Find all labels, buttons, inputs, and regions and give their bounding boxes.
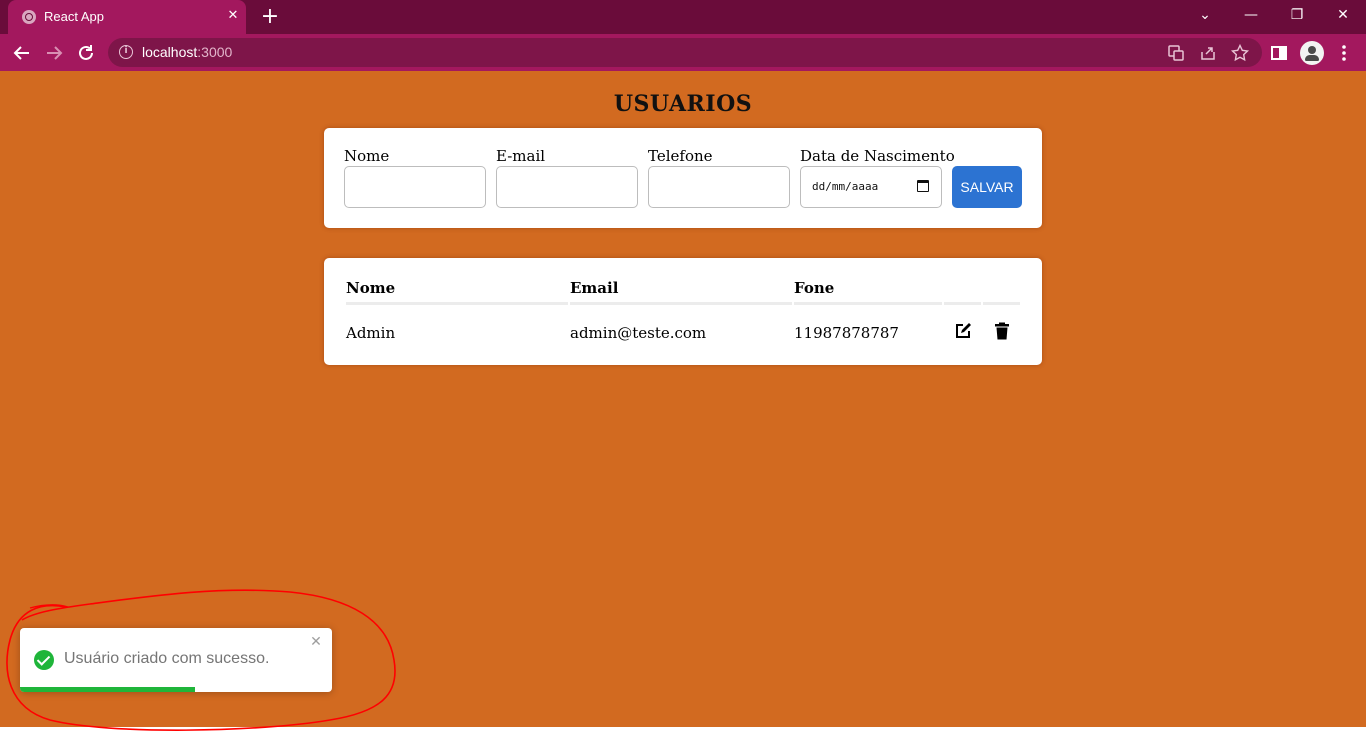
info-icon[interactable]: i: [119, 45, 133, 59]
header-divider: [983, 302, 1020, 305]
restore-button[interactable]: ❐: [1277, 0, 1317, 32]
user-form: Nome E-mail Telefone Data de Nascimento …: [324, 128, 1042, 228]
side-panel-icon[interactable]: [1266, 40, 1292, 66]
data-nascimento-label: Data de Nascimento: [800, 147, 955, 165]
minimize-button[interactable]: —: [1231, 0, 1271, 32]
check-circle-icon: [34, 650, 54, 670]
header-fone: Fone: [794, 279, 835, 297]
date-placeholder: dd/mm/aaaa: [812, 180, 879, 193]
translate-icon[interactable]: [1166, 43, 1186, 63]
forward-icon[interactable]: [41, 40, 67, 66]
edit-icon[interactable]: [954, 322, 972, 340]
header-divider: [794, 302, 942, 305]
back-icon[interactable]: [9, 40, 35, 66]
trash-icon[interactable]: [993, 322, 1011, 340]
save-button[interactable]: SALVAR: [952, 166, 1022, 208]
url-port: :3000: [197, 44, 233, 60]
reload-icon[interactable]: [73, 40, 99, 66]
success-toast: Usuário criado com sucesso. ✕: [20, 628, 332, 692]
header-divider: [570, 302, 792, 305]
browser-tab-strip: React App ✕ + ⌄ — ❐ ✕: [0, 0, 1366, 34]
nome-input[interactable]: [344, 166, 486, 208]
page-bottom-edge: [0, 727, 1366, 731]
globe-icon: [22, 10, 36, 24]
telefone-field: Telefone: [648, 146, 790, 208]
share-icon[interactable]: [1198, 43, 1218, 63]
star-icon[interactable]: [1230, 43, 1250, 63]
cell-fone: 11987878787: [794, 324, 899, 342]
tab-title: React App: [44, 9, 104, 24]
tab-search-icon[interactable]: ⌄: [1185, 0, 1225, 32]
header-divider: [944, 302, 981, 305]
cell-nome: Admin: [346, 324, 396, 342]
url-text: localhost:3000: [142, 44, 232, 60]
toast-close-icon[interactable]: ✕: [308, 634, 324, 650]
page-title: USUARIOS: [613, 91, 753, 117]
browser-tab[interactable]: React App ✕: [8, 0, 246, 34]
telefone-input[interactable]: [648, 166, 790, 208]
url-host: localhost: [142, 44, 198, 60]
new-tab-button[interactable]: +: [258, 5, 282, 29]
nome-label: Nome: [344, 147, 390, 165]
email-label: E-mail: [496, 147, 546, 165]
toast-progress-bar: [20, 687, 195, 692]
header-divider: [346, 302, 568, 305]
tab-close-icon[interactable]: ✕: [224, 7, 242, 25]
menu-icon[interactable]: [1331, 40, 1357, 66]
email-input[interactable]: [496, 166, 638, 208]
telefone-label: Telefone: [648, 147, 713, 165]
header-nome: Nome: [346, 279, 396, 297]
cell-email: admin@teste.com: [570, 324, 707, 342]
data-nascimento-field: Data de Nascimento dd/mm/aaaa: [800, 146, 955, 208]
users-table: Nome Email Fone Admin admin@teste.com 11…: [324, 258, 1042, 365]
browser-toolbar: i localhost:3000: [0, 34, 1366, 71]
nome-field: Nome: [344, 146, 486, 208]
email-field: E-mail: [496, 146, 638, 208]
address-bar[interactable]: i localhost:3000: [108, 38, 1262, 67]
close-window-button[interactable]: ✕: [1323, 0, 1363, 32]
profile-icon[interactable]: [1300, 41, 1324, 65]
data-nascimento-input[interactable]: dd/mm/aaaa: [800, 166, 942, 208]
calendar-icon[interactable]: [917, 180, 929, 192]
toast-message: Usuário criado com sucesso.: [64, 650, 270, 667]
header-email: Email: [570, 279, 619, 297]
